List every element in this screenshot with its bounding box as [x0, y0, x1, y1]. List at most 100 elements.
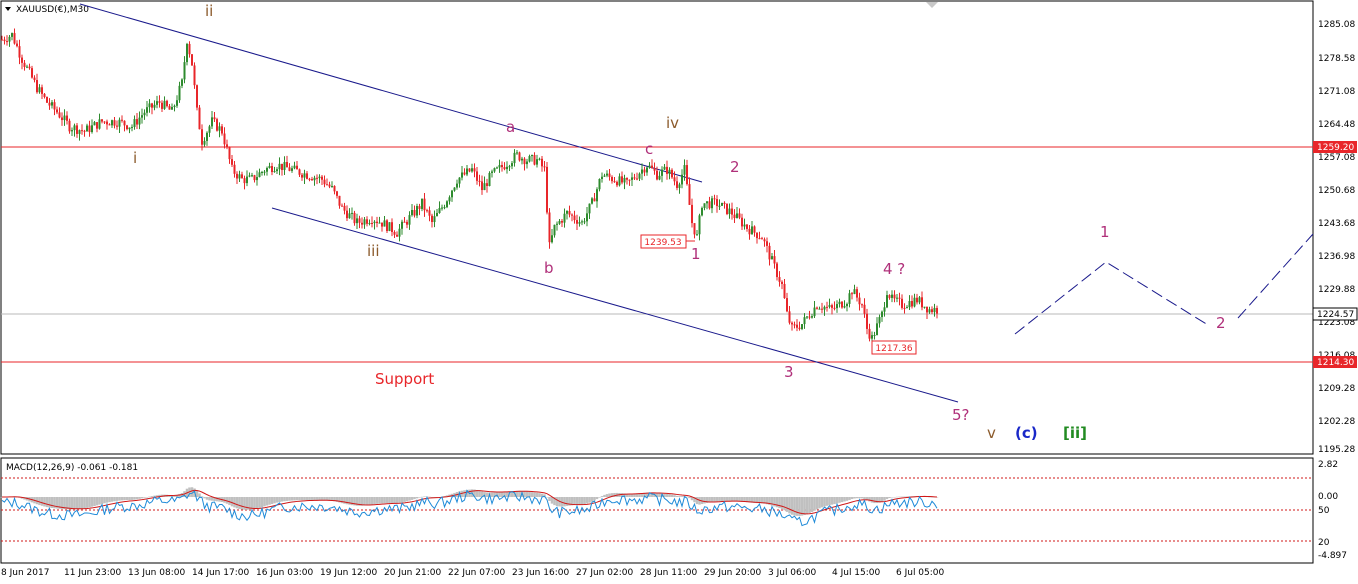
- candle-body: [691, 204, 693, 224]
- macd-hist-bar: [845, 497, 849, 501]
- candle-body: [803, 317, 806, 325]
- candle-body: [933, 307, 936, 313]
- macd-hist-bar: [393, 497, 396, 504]
- candle-body: [173, 105, 176, 107]
- macd-hist-bar: [203, 497, 206, 499]
- candle-body: [706, 201, 708, 204]
- candle-body: [476, 171, 478, 181]
- macd-hist-bar: [555, 497, 559, 507]
- candle-body: [873, 334, 876, 336]
- candle-body: [748, 228, 751, 235]
- macd-hist-bar: [115, 497, 119, 501]
- candle-body: [528, 156, 531, 162]
- candle-body: [268, 166, 271, 168]
- candle-body: [808, 316, 811, 318]
- candle-body: [286, 162, 288, 168]
- macd-hist-bar: [715, 497, 719, 502]
- candle-body: [256, 177, 258, 181]
- macd-hist-bar: [675, 495, 679, 497]
- macd-hist-bar: [835, 497, 839, 504]
- candle-body: [636, 178, 638, 180]
- candle-body: [711, 198, 713, 209]
- candle-body: [608, 173, 611, 177]
- candle-body: [638, 173, 641, 179]
- candle-body: [843, 306, 846, 308]
- macd-hist-bar: [785, 497, 789, 512]
- macd-hist-bar: [380, 497, 384, 504]
- candle-body: [106, 121, 108, 125]
- time-tick: 11 Jun 23:00: [64, 568, 121, 578]
- candle-body: [461, 172, 463, 178]
- macd-hist-bar: [278, 497, 281, 503]
- candle-body: [123, 120, 126, 126]
- candle-body: [328, 184, 331, 187]
- candle-body: [68, 120, 71, 132]
- candle-body: [191, 54, 193, 66]
- candle-body: [243, 178, 246, 184]
- price-tick: 1271.08: [1318, 87, 1355, 97]
- candle-body: [798, 327, 801, 329]
- price-tick: 1257.08: [1318, 153, 1355, 163]
- macd-hist-bar: [600, 496, 604, 497]
- candle-body: [8, 36, 11, 42]
- macd-hist-bar: [703, 497, 706, 504]
- candle-body: [26, 66, 28, 68]
- macd-hist-bar: [735, 497, 739, 502]
- candle-body: [816, 307, 818, 309]
- candle-body: [531, 155, 533, 157]
- candle-body: [51, 102, 53, 106]
- candle-body: [526, 161, 528, 165]
- macd-hist-bar: [408, 497, 411, 501]
- macd-hist-bar: [263, 497, 266, 507]
- candle-body: [601, 176, 603, 180]
- candle-body: [593, 198, 596, 202]
- candle-body: [163, 100, 166, 109]
- macd-hist-bar: [793, 497, 796, 516]
- candle-body: [371, 223, 373, 225]
- wave-label-ii: ii: [205, 2, 213, 20]
- candle-body: [6, 41, 8, 43]
- candle-body: [128, 127, 131, 130]
- macd-hist-bar: [575, 497, 579, 505]
- candle-body: [768, 245, 771, 260]
- macd-title: MACD(12,26,9) -0.061 -0.181: [6, 463, 138, 473]
- wave-label-i: i: [133, 149, 137, 167]
- candle-body: [388, 222, 391, 232]
- macd-hist-bar: [843, 497, 846, 502]
- macd-hist-bar: [83, 497, 86, 509]
- candle-body: [303, 173, 306, 178]
- candle-body: [678, 184, 681, 188]
- macd-hist-bar: [485, 492, 489, 497]
- macd-hist-bar: [145, 497, 149, 498]
- time-tick: 20 Jun 21:00: [384, 568, 441, 578]
- candle-body: [283, 162, 286, 170]
- candle-body: [166, 100, 168, 107]
- candle-body: [536, 159, 538, 165]
- candle-body: [228, 147, 231, 160]
- macd-hist-bar: [75, 497, 79, 510]
- candle-body: [133, 119, 136, 127]
- macd-hist-bar: [578, 497, 581, 505]
- candle-body: [193, 65, 196, 86]
- candle-body: [341, 205, 343, 207]
- support-label: Support: [375, 370, 434, 388]
- candle-body: [378, 222, 381, 224]
- candle-body: [676, 181, 678, 188]
- candle-body: [861, 304, 863, 306]
- macd-hist-bar: [728, 497, 731, 501]
- macd-hist-bar: [528, 491, 531, 497]
- macd-hist-bar: [888, 497, 891, 499]
- time-tick: 29 Jun 20:00: [704, 568, 761, 578]
- price-tick: 1264.48: [1318, 120, 1355, 130]
- candle-body: [628, 179, 631, 181]
- candle-body: [116, 125, 118, 127]
- candle-body: [573, 215, 576, 221]
- candle-body: [821, 308, 823, 310]
- wave-label-v: v: [987, 424, 996, 442]
- time-tick: 27 Jun 02:00: [576, 568, 633, 578]
- candle-body: [891, 294, 893, 298]
- candle-body: [806, 316, 808, 318]
- candle-body: [733, 214, 736, 218]
- support-tag-label: 1214.30: [1317, 358, 1354, 368]
- macd-hist-bar: [93, 497, 96, 507]
